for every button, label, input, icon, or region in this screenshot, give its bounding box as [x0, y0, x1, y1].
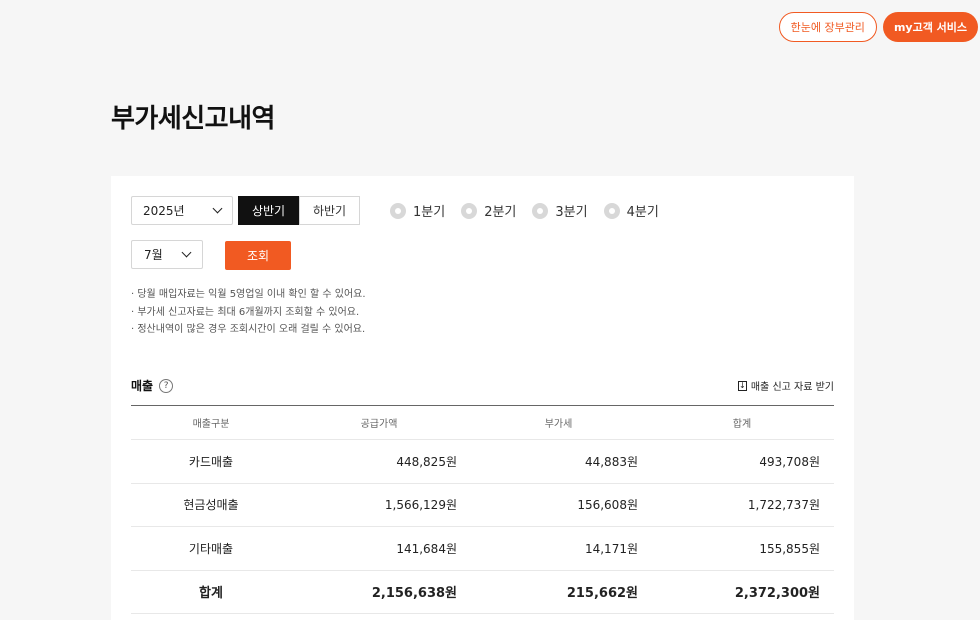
table-cell: 2,372,300원 [734, 586, 820, 602]
year-select[interactable]: 2025년 [131, 196, 233, 225]
vat-report-card: 2025년 상반기 하반기 1분기 2분기 3분기 4분기 7월 조회 · 당월… [111, 176, 854, 620]
my-customer-service-button[interactable]: my고객 서비스 [882, 12, 978, 42]
radio-icon[interactable] [461, 202, 478, 219]
quarter-label: 2분기 [484, 205, 517, 220]
download-label: 매출 신고 자료 받기 [750, 382, 834, 393]
top-actions: 한눈에 장부관리 my고객 서비스 [778, 12, 978, 42]
radio-icon[interactable] [532, 202, 549, 219]
month-select[interactable]: 7월 [131, 240, 203, 269]
radio-icon[interactable] [390, 202, 406, 219]
quarter-option-1[interactable]: 1분기 [390, 201, 445, 220]
table-cell: 카드매출 [188, 454, 234, 469]
column-header: 공급가액 [360, 419, 398, 430]
quarter-label: 4분기 [626, 205, 659, 220]
column-header: 매출구분 [192, 419, 230, 430]
table-cell: 493,708원 [759, 454, 820, 469]
quarter-label: 1분기 [413, 205, 446, 220]
table-cell: 141,684원 [396, 541, 457, 556]
chevron-down-icon [181, 247, 192, 258]
column-header: 합계 [732, 419, 752, 430]
quarter-option-4[interactable]: 4분기 [603, 201, 659, 220]
sales-section-title: 매출 ? [131, 377, 174, 394]
table-total-row: 합계 2,156,638원 215,662원 2,372,300원 [131, 571, 834, 614]
sales-section-header: 매출 ? ↓ 매출 신고 자료 받기 [131, 377, 834, 394]
tab-second-half[interactable]: 하반기 [299, 196, 360, 225]
table-cell: 44,883원 [584, 454, 638, 469]
table-row: 카드매출 448,825원 44,883원 493,708원 [131, 440, 834, 484]
notice-item: · 당월 매입자료는 익월 5영업일 이내 확인 할 수 있어요. [131, 289, 366, 300]
chevron-down-icon [212, 203, 223, 214]
quarter-option-2[interactable]: 2분기 [461, 201, 516, 220]
radio-icon[interactable] [603, 202, 620, 219]
month-select-value: 7월 [144, 248, 163, 262]
quarter-radio-group: 1분기 2분기 3분기 4분기 [390, 201, 659, 220]
table-cell: 2,156,638원 [371, 586, 457, 602]
table-cell: 기타매출 [188, 541, 234, 556]
sales-title-text: 매출 [131, 379, 154, 393]
sales-table: 매출구분 공급가액 부가세 합계 카드매출 448,825원 44,883원 4… [131, 405, 834, 614]
quarter-option-3[interactable]: 3분기 [532, 201, 588, 220]
ledger-management-button[interactable]: 한눈에 장부관리 [778, 12, 877, 42]
notice-item: · 부가세 신고자료는 최대 6개월까지 조회할 수 있어요. [131, 306, 360, 318]
year-select-value: 2025년 [143, 204, 185, 218]
half-year-tabs: 상반기 하반기 [238, 196, 360, 225]
table-row: 현금성매출 1,566,129원 156,608원 1,722,737원 [131, 484, 834, 527]
help-icon[interactable]: ? [159, 378, 174, 393]
page-title: 부가세신고내역 [111, 104, 275, 134]
notice-list: · 당월 매입자료는 익월 5영업일 이내 확인 할 수 있어요. · 부가세 … [131, 286, 366, 339]
search-button[interactable]: 조회 [225, 241, 291, 270]
quarter-label: 3분기 [555, 205, 588, 220]
tab-first-half[interactable]: 상반기 [238, 196, 299, 225]
table-row: 기타매출 141,684원 14,171원 155,855원 [131, 527, 834, 571]
download-sales-report-link[interactable]: ↓ 매출 신고 자료 받기 [737, 378, 834, 393]
table-cell: 1,566,129원 [384, 498, 457, 513]
table-cell: 합계 [199, 586, 223, 602]
table-cell: 156,608원 [577, 498, 638, 513]
table-cell: 215,662원 [566, 586, 638, 602]
table-cell: 1,722,737원 [747, 498, 820, 513]
table-header-row: 매출구분 공급가액 부가세 합계 [131, 406, 834, 440]
table-cell: 현금성매출 [183, 498, 239, 513]
table-cell: 14,171원 [584, 541, 638, 556]
download-icon: ↓ [737, 380, 747, 391]
notice-item: · 정산내역이 많은 경우 조회시간이 오래 걸릴 수 있어요. [131, 324, 366, 335]
table-cell: 155,855원 [759, 541, 820, 556]
column-header: 부가세 [544, 419, 573, 430]
table-cell: 448,825원 [396, 454, 457, 469]
